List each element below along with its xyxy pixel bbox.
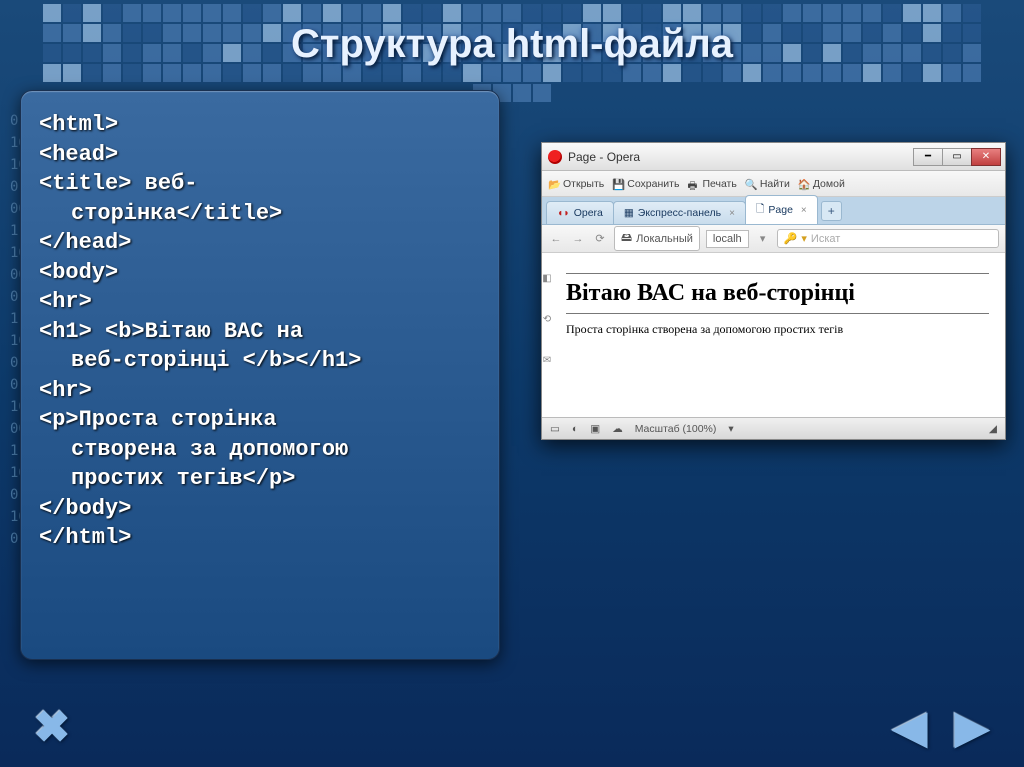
page-paragraph: Проста сторінка створена за допомогою пр… <box>566 322 989 337</box>
side-panel: ◧ ⟲ ✉ <box>542 253 552 417</box>
toolbar-label: Домой <box>813 178 845 190</box>
slide-prev-button[interactable]: ◀ <box>882 703 938 751</box>
home-icon: 🏠 <box>798 178 810 190</box>
status-icon[interactable]: ▭ <box>550 423 560 435</box>
code-line: <html> <box>39 111 481 139</box>
save-button[interactable]: 💾Сохранить <box>612 178 679 190</box>
code-line: <head> <box>39 141 481 169</box>
forward-button[interactable]: → <box>570 233 586 245</box>
tabstrip: ◖◗ Opera ▦ Экспресс-панель × 🗋 Page × + <box>542 197 1005 225</box>
print-button[interactable]: 🖶Печать <box>687 178 736 190</box>
slide-nav: ✖ ◀ ▶ <box>0 703 1024 751</box>
toolbar-label: Открыть <box>563 178 604 190</box>
status-icon[interactable]: ◐ <box>572 423 578 435</box>
dropdown-icon[interactable]: ▾ <box>755 232 771 245</box>
print-icon: 🖶 <box>687 178 699 190</box>
tab-page[interactable]: 🗋 Page × <box>745 195 818 224</box>
close-button[interactable]: ✕ <box>971 148 1001 166</box>
code-line: </body> <box>39 495 481 523</box>
cloud-icon[interactable]: ☁ <box>612 423 623 435</box>
search-icon: 🔍 <box>745 178 757 190</box>
hr-rule <box>566 313 989 314</box>
grid-icon: ▦ <box>624 207 634 219</box>
code-line: </head> <box>39 229 481 257</box>
folder-open-icon: 📂 <box>548 178 560 190</box>
sync-icon[interactable]: ⟲ <box>543 314 551 325</box>
code-panel: <html> <head> <title> веб- сторінка</tit… <box>20 90 500 660</box>
page-heading: Вітаю ВАС на веб-сторінці <box>566 280 989 307</box>
search-placeholder: Искат <box>811 233 840 245</box>
close-icon: ✖ <box>34 702 71 753</box>
code-line: <title> веб- <box>39 170 481 198</box>
home-button[interactable]: 🏠Домой <box>798 178 845 190</box>
page-viewport: ◧ ⟲ ✉ Вітаю ВАС на веб-сторінці Проста с… <box>542 253 1005 417</box>
address-local-badge[interactable]: 🖴 Локальный <box>614 226 700 251</box>
main-toolbar: 📂Открыть 💾Сохранить 🖶Печать 🔍Найти 🏠Домо… <box>542 171 1005 197</box>
chevron-left-icon: ◀ <box>893 702 927 753</box>
tab-opera[interactable]: ◖◗ Opera <box>546 201 614 224</box>
disk-icon: 🖴 <box>621 229 632 248</box>
reload-button[interactable]: ⟳ <box>592 232 608 245</box>
code-line: веб-сторінці </b></h1> <box>39 347 481 375</box>
tab-label: Page <box>768 204 793 216</box>
code-line: <body> <box>39 259 481 287</box>
page-icon: 🗋 <box>756 201 764 219</box>
key-icon: 🔑 <box>784 232 798 245</box>
browser-window: Page - Opera ━ ▭ ✕ 📂Открыть 💾Сохранить 🖶… <box>541 142 1006 440</box>
toolbar-label: Печать <box>702 178 736 190</box>
tab-close-icon[interactable]: × <box>729 208 735 219</box>
tab-label: Экспресс-панель <box>638 207 721 219</box>
resize-grip-icon[interactable]: ◢ <box>989 423 997 435</box>
code-line: сторінка</title> <box>39 200 481 228</box>
slide-next-button[interactable]: ▶ <box>944 703 1000 751</box>
minimize-button[interactable]: ━ <box>913 148 943 166</box>
slide-title: Структура html-файла <box>0 22 1024 67</box>
hr-rule <box>566 273 989 274</box>
status-icon[interactable]: ▣ <box>590 423 600 435</box>
navbar: ← → ⟳ 🖴 Локальный localh ▾ 🔑▾Искат <box>542 225 1005 253</box>
address-host[interactable]: localh <box>706 230 749 248</box>
code-line: <p>Проста сторінка <box>39 406 481 434</box>
slide-close-button[interactable]: ✖ <box>24 703 80 751</box>
tab-label: Opera <box>574 207 603 219</box>
chevron-right-icon: ▶ <box>955 702 989 753</box>
search-box[interactable]: 🔑▾Искат <box>777 229 999 248</box>
chat-icon[interactable]: ✉ <box>543 355 551 366</box>
statusbar: ▭ ◐ ▣ ☁ Масштаб (100%) ▾ ◢ <box>542 417 1005 439</box>
code-line: <hr> <box>39 377 481 405</box>
titlebar[interactable]: Page - Opera ━ ▭ ✕ <box>542 143 1005 171</box>
new-tab-button[interactable]: + <box>821 201 842 221</box>
toolbar-label: Сохранить <box>627 178 679 190</box>
back-button[interactable]: ← <box>548 233 564 245</box>
address-label: Локальный <box>636 233 693 245</box>
tab-close-icon[interactable]: × <box>801 205 807 216</box>
maximize-button[interactable]: ▭ <box>942 148 972 166</box>
save-icon: 💾 <box>612 178 624 190</box>
code-line: створена за допомогою <box>39 436 481 464</box>
code-line: <hr> <box>39 288 481 316</box>
open-button[interactable]: 📂Открыть <box>548 178 604 190</box>
chevron-down-icon[interactable]: ▾ <box>728 423 733 435</box>
opera-tab-icon: ◖◗ <box>557 207 570 219</box>
find-button[interactable]: 🔍Найти <box>745 178 790 190</box>
toolbar-label: Найти <box>760 178 790 190</box>
zoom-label[interactable]: Масштаб (100%) <box>635 423 717 435</box>
opera-logo-icon <box>548 150 562 164</box>
window-title: Page - Opera <box>568 150 914 164</box>
code-line: простих тегів</p> <box>39 465 481 493</box>
code-line: <h1> <b>Вітаю ВАС на <box>39 318 481 346</box>
panel-icon[interactable]: ◧ <box>542 273 551 284</box>
code-line: </html> <box>39 524 481 552</box>
tab-speed-dial[interactable]: ▦ Экспресс-панель × <box>613 201 746 224</box>
